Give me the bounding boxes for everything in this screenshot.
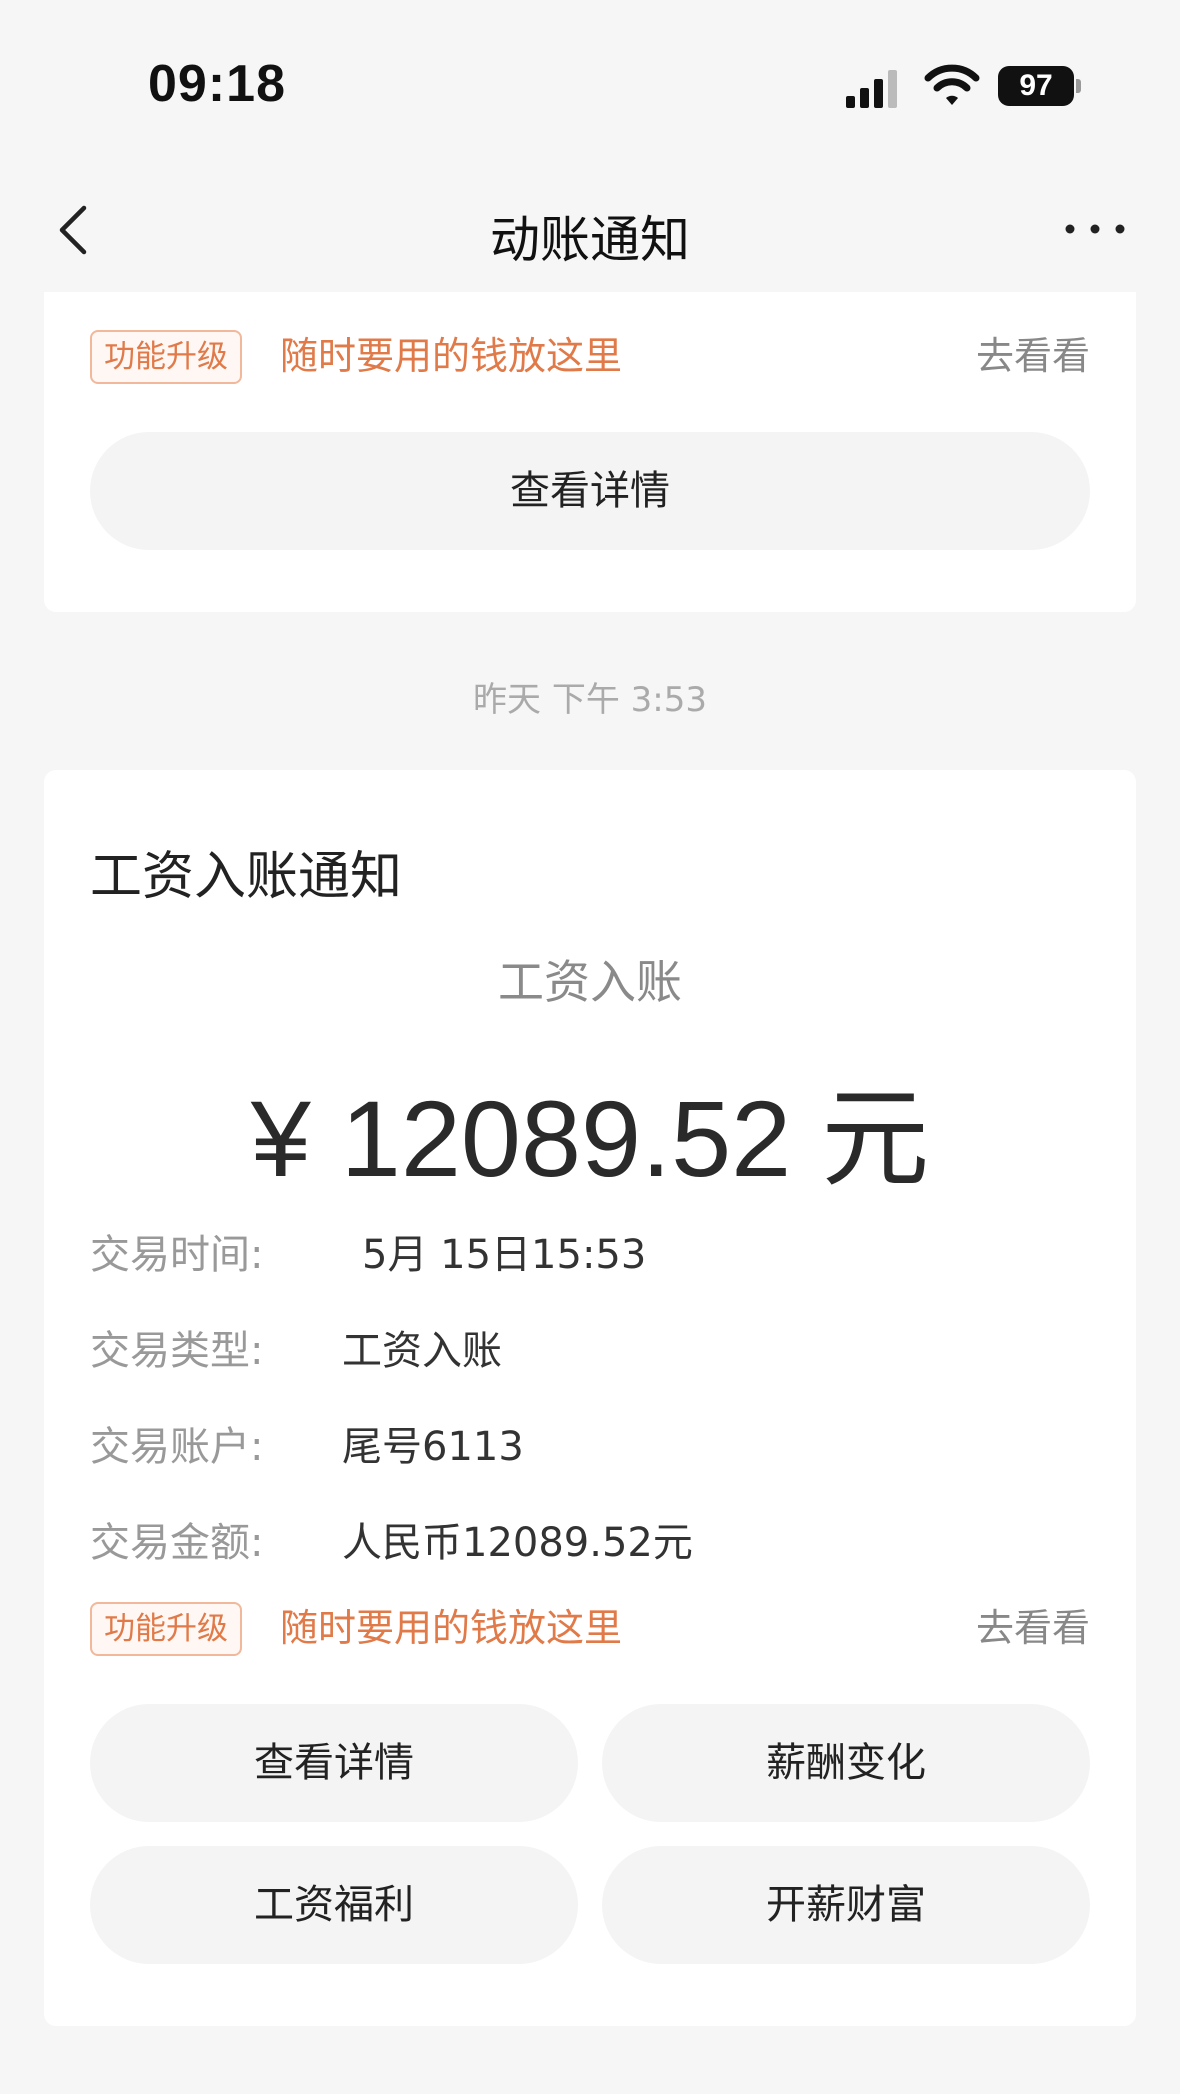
status-time: 09:18 bbox=[148, 55, 286, 113]
more-options-icon[interactable] bbox=[1060, 204, 1130, 254]
view-details-button[interactable]: 查看详情 bbox=[90, 432, 1090, 550]
detail-row-type: 交易类型: 工资入账 bbox=[90, 1318, 1090, 1378]
detail-value: 5月 15日15:53 bbox=[362, 1232, 647, 1278]
transaction-subtitle: 工资入账 bbox=[498, 955, 682, 1009]
page-title: 动账通知 bbox=[490, 211, 690, 269]
nav-bar: 动账通知 bbox=[0, 170, 1180, 290]
detail-label: 交易账户: bbox=[90, 1424, 264, 1470]
promo-row[interactable]: 功能升级 随时要用的钱放这里 去看看 bbox=[90, 1600, 1090, 1656]
detail-label: 交易时间: bbox=[90, 1232, 264, 1278]
battery-level: 97 bbox=[1019, 69, 1053, 102]
feature-upgrade-badge: 功能升级 bbox=[90, 330, 242, 384]
detail-label: 交易类型: bbox=[90, 1328, 264, 1374]
detail-row-time: 交易时间: 5月 15日15:53 bbox=[90, 1222, 1090, 1282]
battery-icon: 97 bbox=[998, 66, 1074, 106]
go-see-link[interactable]: 去看看 bbox=[976, 330, 1090, 382]
previous-notification-card: 功能升级 随时要用的钱放这里 去看看 查看详情 bbox=[44, 292, 1136, 612]
promo-text[interactable]: 随时要用的钱放这里 bbox=[280, 1602, 622, 1654]
status-bar: 09:18 97 bbox=[0, 0, 1180, 170]
view-details-button[interactable]: 查看详情 bbox=[90, 1704, 578, 1822]
battery-cap bbox=[1076, 79, 1081, 93]
wifi-icon bbox=[924, 64, 980, 105]
go-see-link[interactable]: 去看看 bbox=[976, 1602, 1090, 1654]
amount-display: ¥ 12089.52 元 bbox=[250, 1078, 930, 1199]
detail-value: 人民币12089.52元 bbox=[342, 1520, 693, 1566]
salary-benefits-button[interactable]: 工资福利 bbox=[90, 1846, 578, 1964]
salary-wealth-button[interactable]: 开薪财富 bbox=[602, 1846, 1090, 1964]
detail-row-amount: 交易金额: 人民币12089.52元 bbox=[90, 1510, 1090, 1570]
notification-title: 工资入账通知 bbox=[90, 847, 403, 907]
detail-row-account: 交易账户: 尾号6113 bbox=[90, 1414, 1090, 1474]
message-timestamp: 昨天 下午 3:53 bbox=[473, 680, 707, 720]
promo-text[interactable]: 随时要用的钱放这里 bbox=[280, 330, 622, 382]
detail-value: 工资入账 bbox=[342, 1328, 502, 1374]
detail-value: 尾号6113 bbox=[342, 1424, 524, 1470]
cellular-signal-icon bbox=[846, 70, 897, 108]
salary-notification-card: 工资入账通知 工资入账 ¥ 12089.52 元 交易时间: 5月 15日15:… bbox=[44, 770, 1136, 2026]
salary-change-button[interactable]: 薪酬变化 bbox=[602, 1704, 1090, 1822]
feature-upgrade-badge: 功能升级 bbox=[90, 1602, 242, 1656]
detail-label: 交易金额: bbox=[90, 1520, 264, 1566]
promo-row[interactable]: 功能升级 随时要用的钱放这里 去看看 bbox=[90, 328, 1090, 384]
